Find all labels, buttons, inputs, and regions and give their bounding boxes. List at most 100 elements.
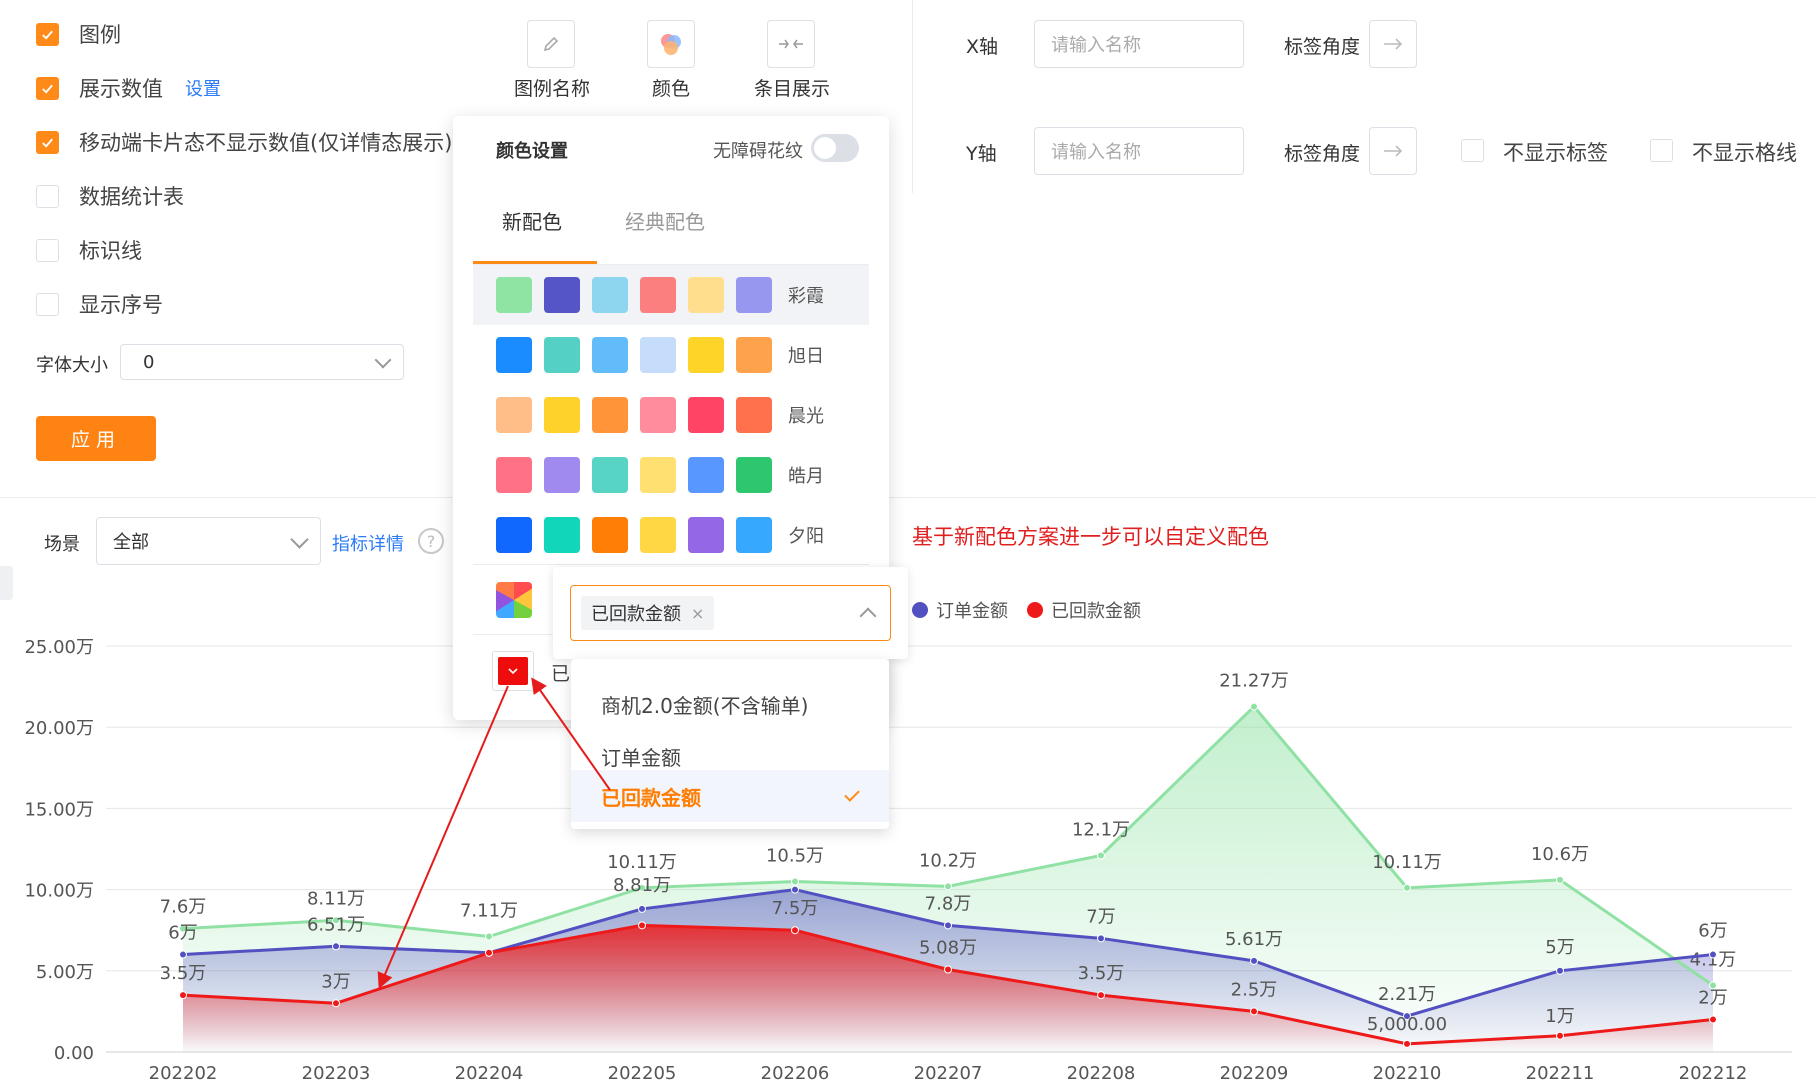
annotation-note: 基于新配色方案进一步可以自定义配色 (912, 525, 1269, 549)
y-tick-label: 15.00万 (24, 799, 94, 820)
color-swatch (544, 277, 580, 313)
color-swatch (496, 397, 532, 433)
scheme-row[interactable]: 彩霞 (473, 265, 869, 325)
series-multiselect[interactable]: 已回款金额 × (570, 585, 891, 641)
data-label: 8.11万 (307, 888, 365, 909)
data-point (1097, 991, 1105, 1000)
data-point (1097, 934, 1105, 943)
data-label: 6万 (1698, 921, 1727, 942)
data-label: 2万 (1698, 988, 1727, 1009)
series-option-received[interactable]: 已回款金额 (571, 770, 889, 822)
data-point (1556, 1031, 1564, 1040)
custom-color-picker-icon[interactable] (496, 582, 532, 618)
color-swatch (592, 337, 628, 373)
color-swatch (736, 277, 772, 313)
data-label: 8.81万 (613, 875, 671, 896)
data-point (791, 877, 799, 886)
color-swatch (640, 277, 676, 313)
data-point (1250, 956, 1258, 965)
x-tick-label: 202207 (914, 1063, 983, 1084)
accessible-pattern-label: 无障碍花纹 (713, 141, 803, 162)
data-point (1709, 1015, 1717, 1024)
legend-dot-icon (1027, 602, 1043, 618)
color-swatch (496, 457, 532, 493)
color-swatch (640, 337, 676, 373)
data-label: 5万 (1545, 937, 1574, 958)
x-tick-label: 202212 (1679, 1063, 1748, 1084)
data-point (332, 999, 340, 1008)
scheme-row[interactable]: 晨光 (473, 385, 869, 445)
legend-item-received[interactable]: 已回款金额 (1027, 597, 1141, 623)
data-label: 7万 (1086, 906, 1115, 927)
divider (473, 564, 869, 565)
data-label: 7.5万 (772, 898, 819, 919)
y-tick-label: 20.00万 (24, 718, 94, 739)
data-point (791, 926, 799, 935)
data-label: 10.11万 (607, 852, 677, 873)
chevron-up-icon (859, 607, 877, 625)
color-swatch (640, 397, 676, 433)
y-tick-label: 10.00万 (24, 881, 94, 902)
color-swatch (688, 337, 724, 373)
color-swatch (592, 457, 628, 493)
data-label: 3.5万 (1078, 963, 1125, 984)
data-point (638, 921, 646, 930)
data-label: 3.5万 (160, 963, 207, 984)
data-label: 10.11万 (1372, 852, 1442, 873)
legend-item-orders[interactable]: 订单金额 (912, 597, 1008, 623)
data-point (1556, 966, 1564, 975)
x-tick-label: 202202 (149, 1063, 218, 1084)
color-swatch (544, 397, 580, 433)
color-swatch (688, 397, 724, 433)
legend-label-received: 已回款金额 (1051, 601, 1141, 622)
toggle-knob (814, 137, 836, 159)
series-select-panel: 已回款金额 × (553, 567, 908, 659)
scheme-row[interactable]: 旭日 (473, 325, 869, 385)
y-tick-label: 5.00万 (36, 962, 94, 983)
x-tick-label: 202210 (1373, 1063, 1442, 1084)
color-swatch (736, 397, 772, 433)
series-option-received-label: 已回款金额 (601, 785, 701, 810)
color-swatch (640, 457, 676, 493)
data-label: 5.08万 (919, 938, 977, 959)
close-icon[interactable]: × (691, 604, 704, 623)
data-point (944, 921, 952, 930)
series-color-picker[interactable] (492, 651, 534, 691)
color-swatch (688, 517, 724, 553)
data-label: 12.1万 (1072, 819, 1130, 840)
check-icon (844, 786, 860, 802)
tab-new-palette[interactable]: 新配色 (502, 206, 562, 235)
data-label: 10.2万 (919, 850, 977, 871)
color-swatch (496, 277, 532, 313)
color-swatch (544, 457, 580, 493)
data-label: 6万 (168, 923, 197, 944)
scheme-row[interactable]: 皓月 (473, 445, 869, 505)
scheme-row[interactable]: 夕阳 (473, 505, 869, 565)
x-tick-label: 202205 (608, 1063, 677, 1084)
scheme-name: 夕阳 (788, 526, 824, 547)
data-point (1097, 851, 1105, 860)
color-swatch (592, 277, 628, 313)
color-swatch (496, 517, 532, 553)
data-point (638, 904, 646, 913)
data-label: 1万 (1545, 1006, 1574, 1027)
legend-dot-icon (912, 602, 928, 618)
tab-classic-palette[interactable]: 经典配色 (625, 206, 705, 235)
series-option-opportunity[interactable]: 商机2.0金额(不含输单) (571, 678, 889, 730)
color-swatch (688, 277, 724, 313)
x-tick-label: 202206 (761, 1063, 830, 1084)
data-label: 5.61万 (1225, 929, 1283, 950)
data-point (1709, 950, 1717, 959)
data-point (1403, 1039, 1411, 1048)
color-swatch (640, 517, 676, 553)
color-swatch (688, 457, 724, 493)
data-label: 2.21万 (1378, 984, 1436, 1005)
x-tick-label: 202203 (302, 1063, 371, 1084)
data-label: 5,000.00 (1367, 1014, 1447, 1035)
data-label: 2.5万 (1231, 979, 1278, 1000)
y-tick-label: 0.00 (54, 1043, 94, 1064)
series-color-label: 已 (551, 663, 571, 685)
color-swatch (592, 397, 628, 433)
data-point (944, 882, 952, 891)
accessible-pattern-toggle[interactable] (811, 134, 859, 162)
